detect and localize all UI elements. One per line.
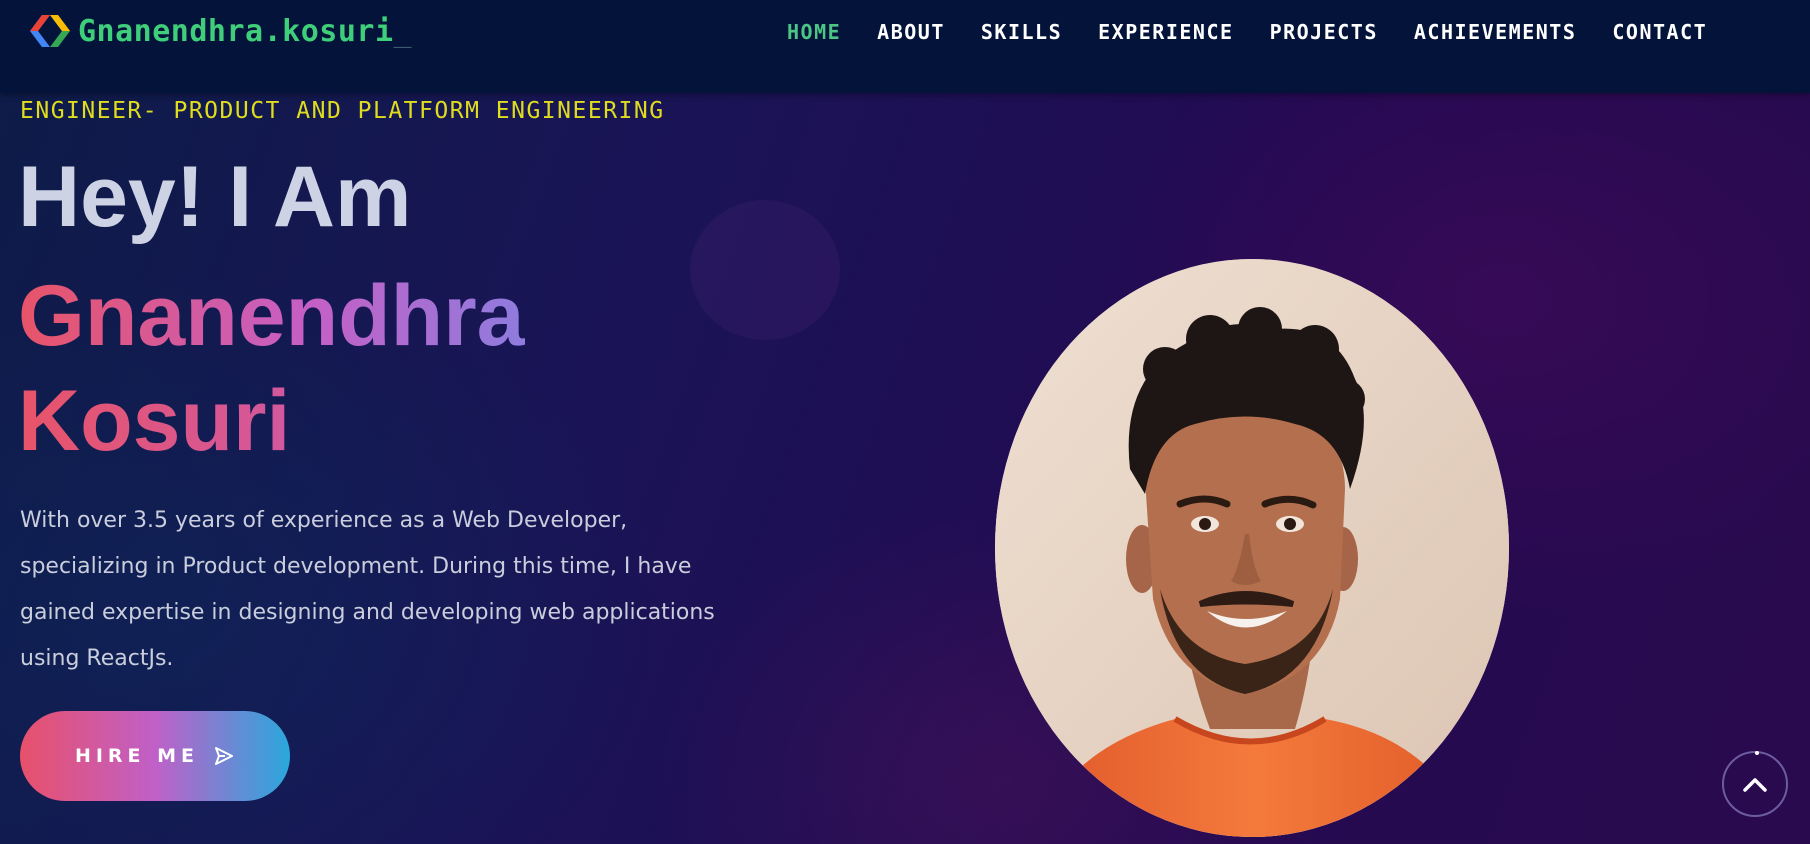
chevrons-code-icon [30, 15, 70, 47]
brand-link[interactable]: Gnanendhra.kosuri _ [28, 12, 412, 50]
chevron-up-icon [1743, 778, 1767, 792]
hero-first-name: Gnanendhra [18, 267, 538, 366]
brand-name: Gnanendhra.kosuri [78, 13, 394, 49]
hero-bio: With over 3.5 years of experience as a W… [20, 508, 715, 671]
profile-portrait-illustration [995, 259, 1509, 837]
profile-photo [995, 259, 1509, 837]
nav-achievements[interactable]: ACHIEVEMENTS [1396, 18, 1595, 46]
nav-home[interactable]: HOME [769, 18, 859, 46]
send-icon [215, 747, 234, 765]
nav-about[interactable]: ABOUT [859, 18, 963, 46]
scroll-to-top-button[interactable] [1722, 751, 1788, 817]
hero-greeting: Hey! I Am [18, 149, 412, 245]
nav-experience[interactable]: EXPERIENCE [1080, 18, 1251, 46]
hero-last-name: Kosuri [18, 373, 291, 469]
hire-me-button[interactable]: HIRE ME [20, 711, 290, 801]
nav-skills[interactable]: SKILLS [963, 18, 1080, 46]
navbar: Gnanendhra.kosuri _ HOME ABOUT SKILLS EX… [0, 0, 1810, 93]
brand-cursor: _ [393, 13, 412, 49]
role-title: ENGINEER- PRODUCT AND PLATFORM ENGINEERI… [20, 98, 665, 124]
nav-contact[interactable]: CONTACT [1594, 18, 1725, 46]
background-decoration [690, 200, 840, 340]
hire-me-label: HIRE ME [74, 745, 200, 767]
scroll-progress-dot [1755, 751, 1759, 755]
nav-projects[interactable]: PROJECTS [1252, 18, 1396, 46]
main-nav: HOME ABOUT SKILLS EXPERIENCE PROJECTS AC… [769, 18, 1725, 46]
